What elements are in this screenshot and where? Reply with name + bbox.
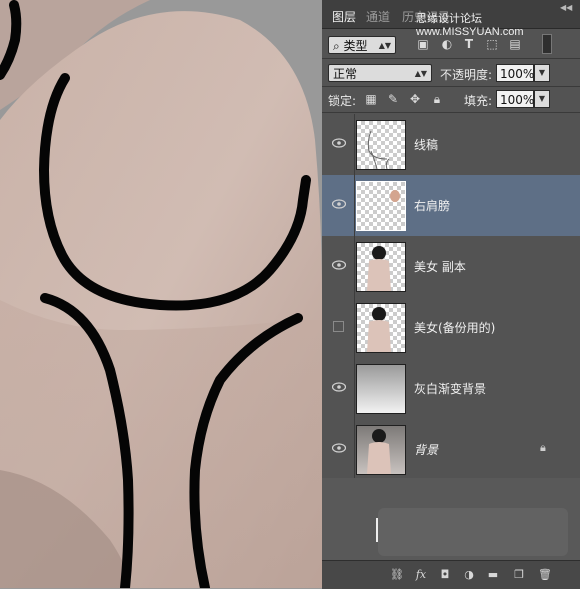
lock-icon: 🔒︎ [540,441,546,454]
shape-filter-icon[interactable]: ⬚ [485,37,499,51]
eye-icon[interactable] [332,199,346,209]
fill-input[interactable]: 100% [496,90,534,108]
new-layer-icon[interactable]: ❐ [512,568,526,582]
layer-row[interactable]: 灰白渐变背景 [322,358,580,420]
tab-channels[interactable]: 通道 [366,8,390,25]
lock-paint-icon[interactable]: ✎ [386,92,400,106]
panel-footer: ⛓ fx ◘ ◑ ▬ ❐ 🗑︎ [322,560,580,589]
visibility-toggle[interactable] [333,321,344,332]
layer-thumbnail[interactable] [356,181,406,231]
divider [322,86,580,87]
photo-thumbnail-art [367,307,391,352]
opacity-input[interactable]: 100% [496,64,534,82]
layer-thumbnail[interactable] [356,242,406,292]
lock-all-icon[interactable]: 🔒︎ [430,92,444,106]
layer-name[interactable]: 线稿 [414,136,438,153]
layer-name[interactable]: 灰白渐变背景 [414,380,486,397]
type-filter-icon[interactable]: T [462,37,476,51]
eye-icon[interactable] [332,138,346,148]
layer-row[interactable]: 美女 副本 [322,236,580,298]
lock-label: 锁定: [328,94,357,108]
panel-tab-bar: 图层 通道 历史记录 思缘设计论坛 www.MISSYUAN.com ◀◀ [322,0,580,38]
divider [354,419,355,480]
filter-kind-select[interactable]: ⌕ 类型 ▲▼ [328,36,396,54]
divider [354,175,355,236]
layer-row[interactable]: 线稿 [322,114,580,176]
blend-mode-select[interactable]: 正常 ▲▼ [328,64,432,82]
layer-name[interactable]: 右肩膀 [414,197,450,214]
divider [354,236,355,297]
smart-object-filter-icon[interactable]: ▤ [508,37,522,51]
folder-icon[interactable]: ▬ [486,568,500,582]
blurred-overlay [378,508,568,556]
cursor-mark [376,518,378,542]
layer-thumbnail[interactable] [356,120,406,170]
watermark-text: 思缘设计论坛 www.MISSYUAN.com [416,13,524,38]
fill-label: 填充: [464,94,493,108]
blend-mode-value: 正常 [333,67,358,81]
layer-thumbnail[interactable] [356,303,406,353]
layer-row[interactable]: 右肩膀 [322,175,580,237]
adjustment-icon[interactable]: ◑ [462,568,476,582]
divider [322,112,580,113]
layer-thumbnail[interactable] [356,364,406,414]
layer-row[interactable]: 美女(备份用的) [322,297,580,359]
shoulder-thumbnail-art [390,190,400,202]
layer-thumbnail[interactable] [356,425,406,475]
opacity-dropdown-button[interactable]: ▼ [534,64,550,82]
filter-kind-value: 类型 [343,39,368,53]
layer-name[interactable]: 美女(备份用的) [414,319,495,336]
divider [322,58,580,59]
lock-position-icon[interactable]: ✥ [408,92,422,106]
photo-thumbnail-art [367,246,391,291]
canvas-artwork [0,0,322,588]
photo-thumbnail-art [367,429,391,474]
mask-icon[interactable]: ◘ [438,568,452,582]
layer-name[interactable]: 美女 副本 [414,258,466,275]
lock-transparency-icon[interactable]: ▦ [364,92,378,106]
layer-name[interactable]: 背景 [414,441,438,458]
dropdown-arrow-icon: ▲▼ [378,41,391,50]
layers-panel: 图层 通道 历史记录 思缘设计论坛 www.MISSYUAN.com ◀◀ ⌕ … [322,0,580,589]
filter-toggle-switch[interactable] [542,34,552,54]
divider [354,297,355,358]
canvas-viewport[interactable] [0,0,322,588]
collapse-icon[interactable]: ◀◀ [560,3,572,12]
pixel-filter-icon[interactable]: ▣ [416,37,430,51]
divider [354,358,355,419]
eye-icon[interactable] [332,443,346,453]
opacity-label: 不透明度: [440,68,493,82]
divider [354,114,355,175]
link-icon[interactable]: ⛓ [390,568,404,582]
adjustment-filter-icon[interactable]: ◐ [440,37,454,51]
trash-icon[interactable]: 🗑︎ [538,568,552,582]
layers-empty-area [322,478,580,560]
layer-row[interactable]: 背景 🔒︎ [322,419,580,481]
eye-icon[interactable] [332,260,346,270]
fx-icon[interactable]: fx [414,568,428,582]
fill-dropdown-button[interactable]: ▼ [534,90,550,108]
eye-icon[interactable] [332,382,346,392]
sketch-thumbnail-art [367,130,390,169]
dropdown-arrow-icon: ▲▼ [414,69,427,78]
tab-layers[interactable]: 图层 [332,8,356,25]
search-icon: ⌕ [333,39,344,53]
